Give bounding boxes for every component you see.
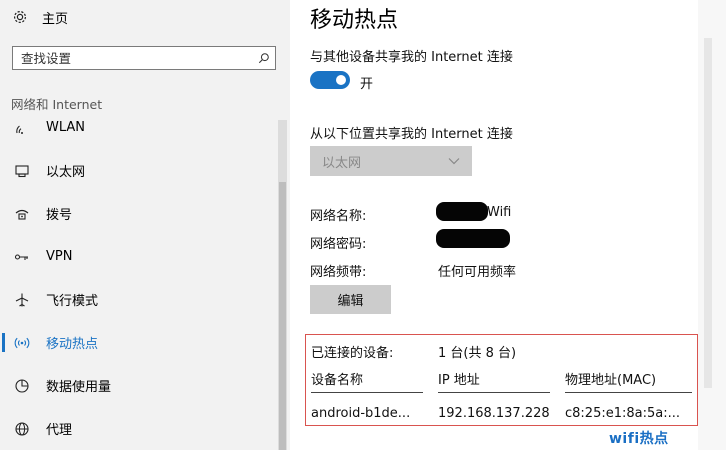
column-header-ip: IP 地址 <box>438 373 480 388</box>
sidebar-item-hotspot[interactable]: 移动热点 <box>0 321 278 364</box>
connected-devices-count: 1 台(共 8 台) <box>438 346 517 361</box>
column-header-mac: 物理地址(MAC) <box>565 373 657 388</box>
network-name-value: Wifi <box>487 205 512 220</box>
home-label: 主页 <box>42 11 69 27</box>
sidebar-scrollbar[interactable] <box>278 120 287 450</box>
wifi-icon <box>16 125 23 134</box>
vpn-icon <box>14 253 28 260</box>
sidebar-item-label: 数据使用量 <box>46 380 112 395</box>
sidebar-item-label: 拨号 <box>46 208 73 223</box>
connected-devices-panel: 已连接的设备: 1 台(共 8 台) 设备名称 IP 地址 物理地址(MAC) … <box>305 334 698 426</box>
column-divider <box>438 392 550 393</box>
sidebar-nav: WLAN 以太网 拨号 VPN 飞行模式 移动热点 数据使用量 代理 <box>0 106 278 450</box>
gear-icon <box>13 10 27 24</box>
toggle-state-label: 开 <box>360 77 374 92</box>
hotspot-settings-pane: 移动热点 与其他设备共享我的 Internet 连接 开 从以下位置共享我的 I… <box>290 0 726 450</box>
sidebar-item-data-usage[interactable]: 数据使用量 <box>0 364 278 407</box>
column-divider <box>311 392 423 393</box>
search-box[interactable] <box>12 46 276 70</box>
redacted-network-password <box>436 229 510 248</box>
sidebar: 主页 网络和 Internet WLAN 以太网 <box>0 0 290 450</box>
sidebar-item-label: WLAN <box>46 120 86 135</box>
sidebar-item-label: VPN <box>46 249 73 264</box>
data-usage-icon <box>15 378 29 393</box>
network-band-label: 网络频带: <box>310 265 367 280</box>
search-input[interactable] <box>13 47 253 69</box>
chevron-down-icon <box>448 158 460 165</box>
sidebar-item-airplane[interactable]: 飞行模式 <box>0 278 278 321</box>
column-header-device-name: 设备名称 <box>311 373 364 388</box>
device-name-cell: android-b1de... <box>311 406 411 421</box>
window-scrollbar[interactable] <box>698 0 726 450</box>
sidebar-item-ethernet[interactable]: 以太网 <box>0 149 278 192</box>
share-from-value: 以太网 <box>322 155 362 171</box>
ethernet-icon <box>15 164 29 177</box>
hotspot-icon <box>14 337 30 348</box>
network-password-label: 网络密码: <box>310 237 367 252</box>
globe-icon <box>15 421 29 436</box>
scrollbar-thumb[interactable] <box>279 182 286 450</box>
page-title: 移动热点 <box>310 8 399 33</box>
search-icon[interactable] <box>253 52 275 64</box>
edit-button[interactable]: 编辑 <box>310 285 391 314</box>
sidebar-item-label: 飞行模式 <box>46 294 99 309</box>
share-from-label: 从以下位置共享我的 Internet 连接 <box>310 127 513 142</box>
device-ip-cell: 192.168.137.228 <box>438 406 550 421</box>
connected-devices-label: 已连接的设备: <box>311 346 394 361</box>
sidebar-item-vpn[interactable]: VPN <box>0 235 278 278</box>
watermark-text: wifi热点 <box>609 431 669 447</box>
sidebar-item-label: 移动热点 <box>46 337 99 352</box>
sidebar-item-proxy[interactable]: 代理 <box>0 407 278 450</box>
redacted-network-name <box>436 202 488 221</box>
airplane-icon <box>15 293 29 306</box>
dialup-icon <box>15 209 29 220</box>
sidebar-item-label: 代理 <box>46 423 73 438</box>
network-name-label: 网络名称: <box>310 209 367 224</box>
device-mac-cell: c8:25:e1:8a:5a:... <box>565 406 681 421</box>
sidebar-item-dialup[interactable]: 拨号 <box>0 192 278 235</box>
column-divider <box>565 392 692 393</box>
home-nav-item[interactable]: 主页 <box>12 6 68 28</box>
sidebar-item-label: 以太网 <box>46 165 86 180</box>
share-connection-label: 与其他设备共享我的 Internet 连接 <box>310 50 513 65</box>
sidebar-item-wlan[interactable]: WLAN <box>0 106 278 149</box>
hotspot-toggle[interactable] <box>310 71 350 89</box>
share-from-dropdown[interactable]: 以太网 <box>310 146 472 176</box>
network-band-value: 任何可用频率 <box>438 265 517 280</box>
